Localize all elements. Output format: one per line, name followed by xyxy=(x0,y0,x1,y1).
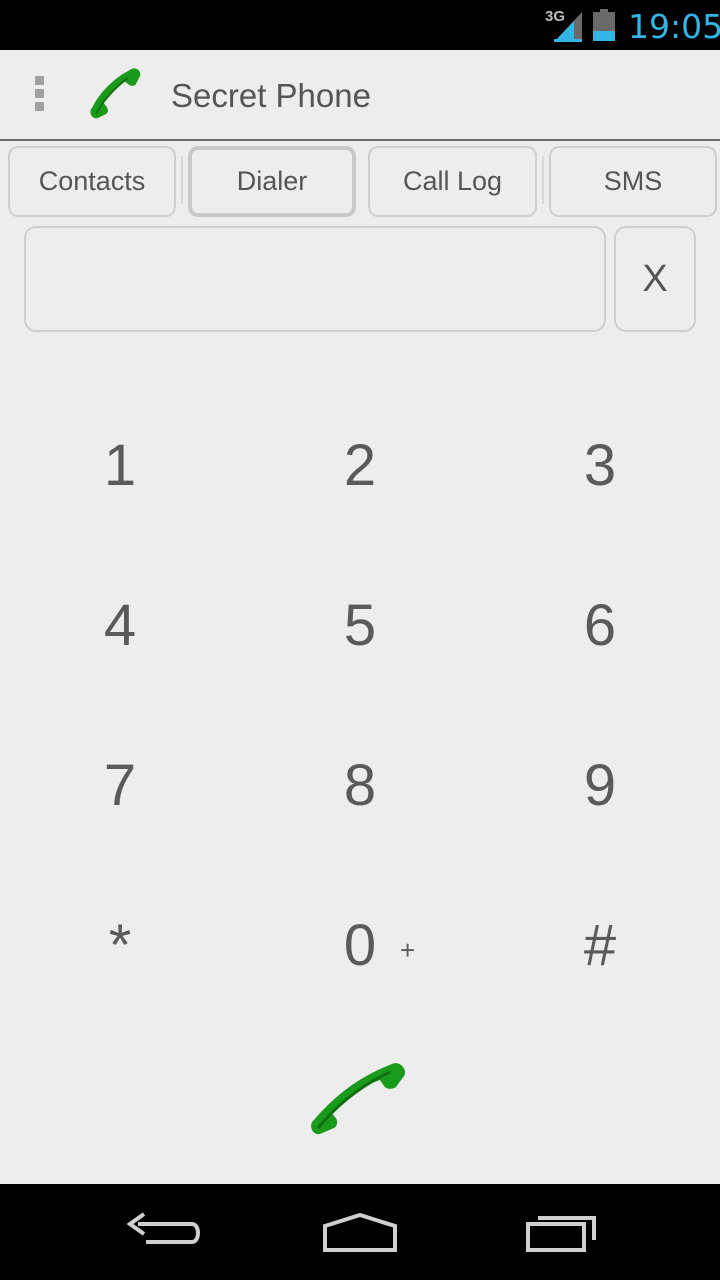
key-digit: * xyxy=(108,912,132,978)
key-digit: 0 xyxy=(343,912,377,978)
key-1[interactable]: 1 xyxy=(0,385,240,545)
overflow-menu-icon[interactable] xyxy=(26,76,52,116)
phone-handset-icon xyxy=(311,1063,406,1135)
tab-label: Call Log xyxy=(402,166,503,196)
key-digit: 7 xyxy=(103,752,137,818)
key-digit: 9 xyxy=(583,752,617,818)
tab-label: Contacts xyxy=(38,166,146,196)
tab-divider xyxy=(542,156,544,204)
key-3[interactable]: 3 xyxy=(480,385,720,545)
tab-contacts[interactable]: Contacts xyxy=(8,146,176,217)
key-4[interactable]: 4 xyxy=(0,545,240,705)
recent-apps-icon[interactable] xyxy=(518,1202,608,1262)
key-digit: 3 xyxy=(583,432,617,498)
key-5[interactable]: 5 xyxy=(240,545,480,705)
key-2[interactable]: 2 xyxy=(240,385,480,545)
key-8[interactable]: 8 xyxy=(240,705,480,865)
back-icon[interactable] xyxy=(118,1202,208,1262)
battery-icon xyxy=(593,9,615,41)
key-digit: 4 xyxy=(103,592,137,658)
navigation-bar xyxy=(0,1184,720,1280)
tab-call-log[interactable]: Call Log xyxy=(368,146,537,217)
tab-label: Dialer xyxy=(236,166,308,196)
tab-label: SMS xyxy=(603,166,663,196)
key-digit: 8 xyxy=(343,752,377,818)
key-7[interactable]: 7 xyxy=(0,705,240,865)
key-6[interactable]: 6 xyxy=(480,545,720,705)
app-title: Secret Phone xyxy=(171,77,371,114)
key-hash[interactable]: # xyxy=(480,865,720,1025)
key-digit: 2 xyxy=(343,432,377,498)
dial-keypad: 1 2 3 4 5 6 7 8 9 * 0 + # xyxy=(0,385,720,1025)
home-icon[interactable] xyxy=(315,1202,405,1262)
dialer-screen: 3G 19:05 Secret Phone Contacts Dialer Ca… xyxy=(0,0,720,1280)
key-digit: 6 xyxy=(583,592,617,658)
phone-handset-icon xyxy=(90,68,141,119)
key-9[interactable]: 9 xyxy=(480,705,720,865)
signal-strength-icon xyxy=(554,12,582,42)
clear-button[interactable]: X xyxy=(614,226,696,332)
tab-divider xyxy=(181,156,183,204)
status-bar: 3G 19:05 xyxy=(0,0,720,50)
key-0[interactable]: 0 + xyxy=(240,865,480,1025)
status-clock: 19:05 xyxy=(628,7,720,46)
key-star[interactable]: * xyxy=(0,865,240,1025)
phone-number-input[interactable] xyxy=(24,226,606,332)
key-digit: 5 xyxy=(343,592,377,658)
tab-dialer[interactable]: Dialer xyxy=(188,146,356,217)
tab-bar: Contacts Dialer Call Log SMS xyxy=(0,146,720,218)
clear-button-label: X xyxy=(642,257,668,300)
key-digit: # xyxy=(583,912,617,978)
key-sub-label: + xyxy=(400,935,416,965)
tab-sms[interactable]: SMS xyxy=(549,146,717,217)
action-bar: Secret Phone xyxy=(0,50,720,141)
call-button[interactable] xyxy=(300,1058,418,1146)
key-digit: 1 xyxy=(103,432,137,498)
